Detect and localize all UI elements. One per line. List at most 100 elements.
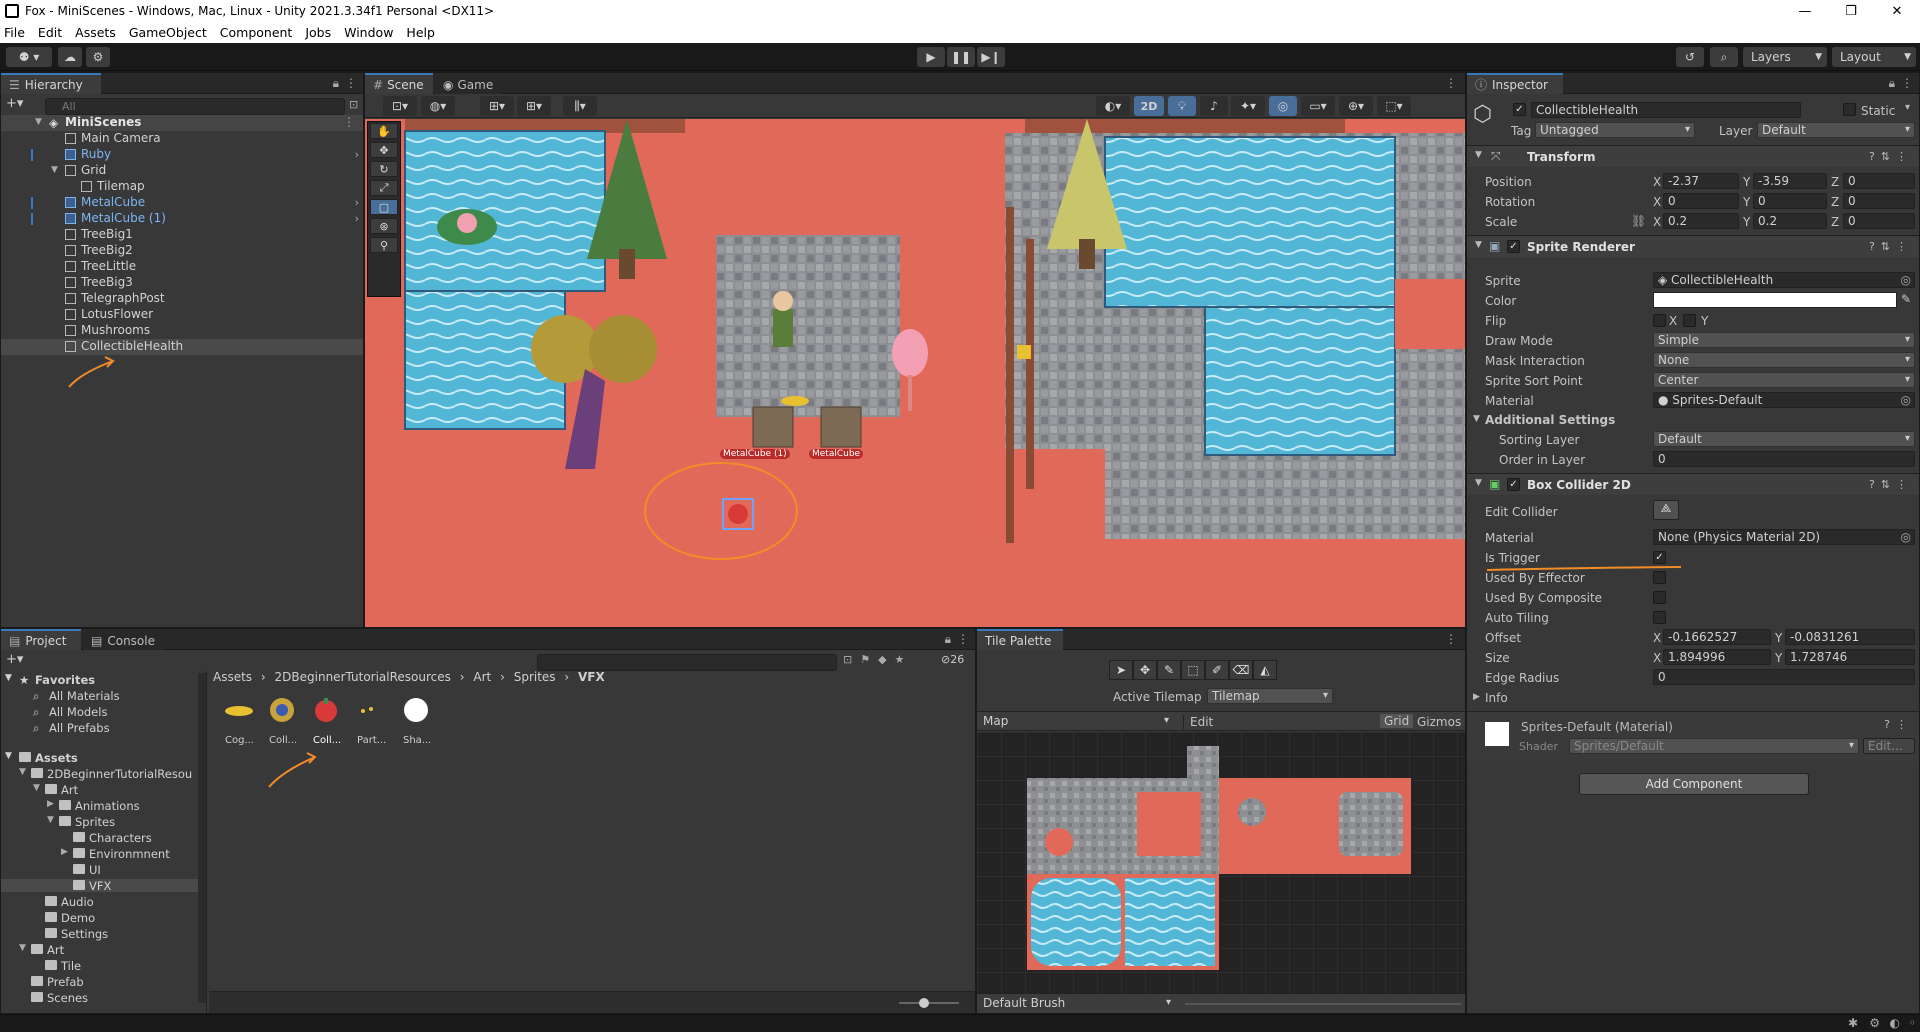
crumb-art[interactable]: Art bbox=[473, 670, 491, 684]
hierarchy-item[interactable]: MetalCube (1) › bbox=[1, 211, 363, 227]
hierarchy-item[interactable]: TreeLittle bbox=[1, 259, 363, 275]
menu-jobs[interactable]: Jobs bbox=[305, 25, 331, 40]
rotation-y-field[interactable]: 0 bbox=[1753, 193, 1827, 209]
project-folder-item[interactable]: ▼ Art bbox=[1, 943, 206, 957]
palette-grid[interactable] bbox=[977, 732, 1465, 994]
crumb-vfx[interactable]: VFX bbox=[578, 670, 605, 684]
scene-gizmo-icon[interactable]: ⬚▾ bbox=[1377, 96, 1411, 116]
shape-thumb[interactable] bbox=[401, 695, 431, 725]
object-name-field[interactable]: CollectibleHealth bbox=[1531, 102, 1801, 118]
position-x-field[interactable]: -2.37 bbox=[1663, 173, 1739, 189]
collectible-health-thumb[interactable] bbox=[311, 695, 341, 725]
move-tool-icon[interactable]: ✥ bbox=[370, 142, 398, 158]
slider-handle[interactable] bbox=[919, 998, 929, 1008]
pause-button[interactable]: ❚❚ bbox=[947, 47, 975, 67]
hierarchy-search-input[interactable]: All bbox=[45, 98, 345, 115]
project-folder-item[interactable]: Demo bbox=[1, 911, 206, 925]
component-menu-icons[interactable]: ?⇅⋮ bbox=[1869, 240, 1913, 253]
search-filter-icon[interactable]: ⊡ bbox=[349, 98, 358, 111]
inspector-more-icon[interactable]: ⋮ bbox=[1901, 76, 1913, 90]
hierarchy-item[interactable]: TreeBig2 bbox=[1, 243, 363, 259]
folder-expand-icon[interactable]: ▼ bbox=[19, 943, 26, 953]
project-folder-item[interactable]: UI bbox=[1, 863, 206, 877]
project-folder-item[interactable]: ▼ 2DBeginnerTutorialResou bbox=[1, 767, 206, 781]
box-fill-icon[interactable]: ⬚ bbox=[1181, 660, 1205, 680]
menu-edit[interactable]: Edit bbox=[38, 25, 62, 40]
favorite-all-prefabs[interactable]: ⌕ All Prefabs bbox=[1, 721, 206, 735]
audio-icon[interactable]: ♪ bbox=[1200, 96, 1228, 116]
hierarchy-item[interactable]: Ruby › bbox=[1, 147, 363, 163]
cloud-icon[interactable]: ☁ bbox=[58, 47, 82, 67]
project-lock-icon[interactable]: 🔒︎ bbox=[945, 632, 951, 647]
flip-y-checkbox[interactable] bbox=[1683, 314, 1696, 327]
layers-dropdown[interactable]: Layers ▼ bbox=[1743, 47, 1827, 67]
project-folder-item[interactable]: ▶ Environmnent bbox=[1, 847, 206, 861]
tag-dropdown[interactable]: Untagged bbox=[1535, 122, 1695, 138]
position-z-field[interactable]: 0 bbox=[1843, 173, 1915, 189]
size-x-field[interactable]: 1.894996 bbox=[1663, 649, 1771, 665]
select-tool-icon[interactable]: ➤ bbox=[1109, 660, 1133, 680]
menu-component[interactable]: Component bbox=[220, 25, 293, 40]
rotation-z-field[interactable]: 0 bbox=[1843, 193, 1915, 209]
paint-brush-icon[interactable]: ✎ bbox=[1157, 660, 1181, 680]
minimize-button[interactable]: — bbox=[1782, 0, 1828, 22]
folder-expand-icon[interactable]: ▼ bbox=[47, 815, 54, 825]
folder-expand-icon[interactable]: ▶ bbox=[47, 799, 54, 809]
progress-icon[interactable]: ⚙ bbox=[1869, 1016, 1880, 1030]
shader-edit-button[interactable]: Edit... bbox=[1863, 738, 1915, 754]
project-folder-item[interactable]: ▼ Sprites bbox=[1, 815, 206, 829]
tab-hierarchy[interactable]: ☰ Hierarchy bbox=[1, 73, 101, 94]
transform-tool-icon[interactable]: ⊛ bbox=[370, 218, 398, 234]
collab-icon[interactable]: ⚙ bbox=[86, 47, 110, 67]
tree-scrollbar[interactable] bbox=[198, 673, 206, 1003]
move-tile-icon[interactable]: ✥ bbox=[1133, 660, 1157, 680]
prefab-open-icon[interactable]: › bbox=[355, 212, 359, 225]
used-by-composite-checkbox[interactable] bbox=[1653, 591, 1666, 604]
sorting-layer-dropdown[interactable]: Default bbox=[1653, 431, 1915, 447]
view-tool-icon[interactable]: ✋ bbox=[370, 123, 398, 139]
history-icon[interactable]: ↺ bbox=[1676, 47, 1704, 67]
gizmos-toggle[interactable]: Gizmos bbox=[1417, 715, 1461, 729]
project-folder-item[interactable]: Tile bbox=[1, 959, 206, 973]
crumb-assets[interactable]: Assets bbox=[213, 670, 252, 684]
crumb-resources[interactable]: 2DBeginnerTutorialResources bbox=[275, 670, 451, 684]
favorite-all-models[interactable]: ⌕ All Models bbox=[1, 705, 206, 719]
constrain-scale-icon[interactable]: ⛓ bbox=[1631, 214, 1646, 228]
project-folder-item[interactable]: Settings bbox=[1, 927, 206, 941]
gizmos-icon[interactable]: ⊕▾ bbox=[1339, 96, 1373, 116]
static-checkbox[interactable] bbox=[1843, 103, 1856, 116]
hierarchy-item[interactable]: TelegraphPost bbox=[1, 291, 363, 307]
flip-x-checkbox[interactable] bbox=[1653, 314, 1666, 327]
picker-icon[interactable]: ✐ bbox=[1205, 660, 1229, 680]
project-folder-item[interactable]: Scenes bbox=[1, 991, 206, 1005]
warning-icon[interactable]: ◐ bbox=[1890, 1016, 1900, 1030]
tab-tile-palette[interactable]: Tile Palette bbox=[977, 629, 1063, 650]
layout-dropdown[interactable]: Layout ▼ bbox=[1832, 47, 1916, 67]
thumbnail-size-slider[interactable] bbox=[899, 1002, 959, 1004]
transform-header[interactable]: ▼ ⤧ Transform ?⇅⋮ bbox=[1467, 145, 1919, 167]
grid-toggle[interactable]: Grid bbox=[1380, 714, 1414, 728]
shader-dropdown[interactable]: Sprites/Default bbox=[1569, 738, 1859, 754]
debug-icon[interactable]: ✱ bbox=[1848, 1016, 1858, 1030]
component-menu-icons[interactable]: ?⇅⋮ bbox=[1869, 150, 1913, 163]
menu-help[interactable]: Help bbox=[406, 25, 435, 40]
static-dropdown-icon[interactable]: ▾ bbox=[1905, 102, 1910, 113]
brush-dropdown[interactable]: Default Brush bbox=[979, 996, 1175, 1012]
draw-mode-dropdown[interactable]: Simple bbox=[1653, 332, 1915, 348]
box-collider-enabled-checkbox[interactable]: ✓ bbox=[1507, 478, 1520, 491]
menu-file[interactable]: File bbox=[4, 25, 25, 40]
project-folder-item[interactable]: ▼ Art bbox=[1, 783, 206, 797]
step-button[interactable]: ▶❙ bbox=[977, 47, 1005, 67]
add-component-button[interactable]: Add Component bbox=[1579, 773, 1809, 795]
custom-tool-icon[interactable]: ⚲ bbox=[370, 237, 398, 253]
tab-inspector[interactable]: ⓘ Inspector bbox=[1467, 73, 1563, 94]
search-icon[interactable]: ⌕ bbox=[1710, 47, 1738, 67]
play-button[interactable]: ▶ bbox=[917, 47, 945, 67]
tab-project[interactable]: ▤ Project bbox=[1, 629, 81, 650]
mode-2d-toggle[interactable]: 2D bbox=[1134, 96, 1164, 116]
additional-settings-foldout[interactable]: Additional Settings bbox=[1485, 413, 1615, 427]
scene-more-icon[interactable]: ⋮ bbox=[1445, 76, 1457, 90]
project-more-icon[interactable]: ⋮ bbox=[957, 632, 969, 646]
edit-palette-button[interactable]: Edit bbox=[1183, 715, 1213, 729]
offset-x-field[interactable]: -0.1662527 bbox=[1663, 629, 1771, 645]
